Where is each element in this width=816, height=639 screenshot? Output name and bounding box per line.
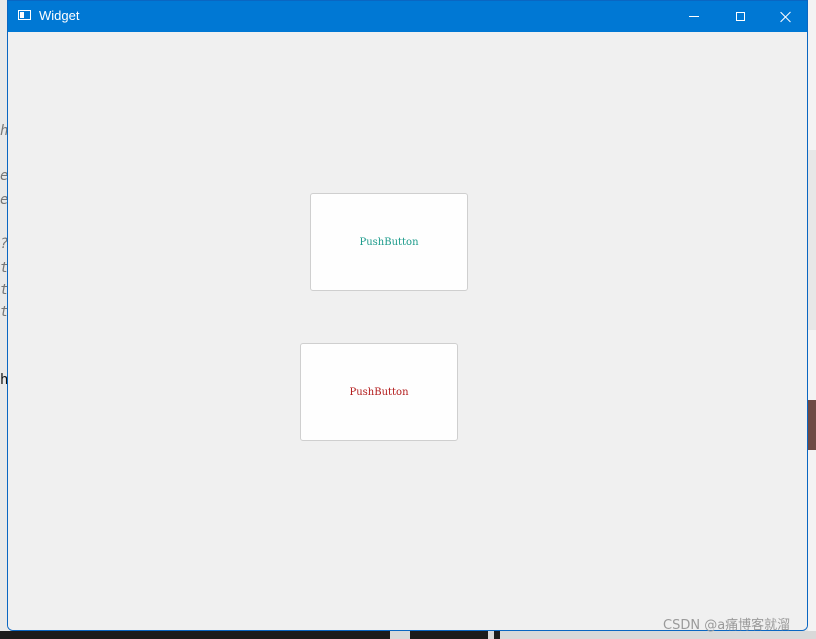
window-title: Widget (39, 8, 80, 23)
bg-panel (808, 150, 816, 330)
push-button-label: PushButton (359, 236, 419, 248)
background-editor-right (808, 0, 816, 639)
app-window-icon (18, 10, 31, 20)
maximize-button[interactable] (717, 1, 763, 32)
push-button-teal[interactable]: PushButton (310, 193, 468, 291)
widget-client-area: PushButton PushButton (8, 32, 807, 630)
taskbar-gap (390, 631, 410, 639)
minimize-icon (689, 16, 699, 17)
taskbar-gap (488, 631, 494, 639)
close-button[interactable] (763, 1, 807, 32)
title-bar[interactable]: Widget (8, 1, 807, 32)
close-icon (780, 11, 792, 23)
widget-window: Widget PushButton PushButton (7, 0, 808, 631)
watermark-text: CSDN @a痛博客就溜 (663, 618, 791, 633)
minimize-button[interactable] (671, 1, 717, 32)
push-button-label: PushButton (349, 386, 409, 398)
maximize-icon (735, 12, 745, 21)
bg-panel (808, 400, 816, 450)
push-button-red[interactable]: PushButton (300, 343, 458, 441)
